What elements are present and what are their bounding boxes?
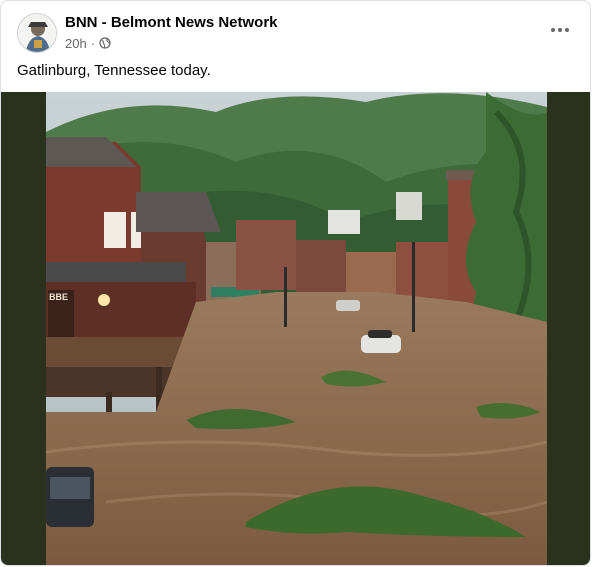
avatar[interactable]	[17, 13, 57, 53]
flood-photo: BBE	[46, 92, 547, 565]
avatar-image	[18, 14, 56, 52]
globe-icon	[99, 37, 111, 49]
shop-sign: BBE	[49, 292, 68, 302]
meta-separator: ·	[90, 35, 96, 51]
more-options-button[interactable]	[546, 19, 574, 41]
author-name[interactable]: BNN - Belmont News Network	[65, 14, 278, 31]
more-horizontal-icon	[551, 28, 569, 32]
post-caption: Gatlinburg, Tennessee today.	[17, 62, 211, 79]
post-timestamp[interactable]: 20h	[65, 36, 87, 51]
post-card: BNN - Belmont News Network 20h · Gatlinb…	[0, 0, 591, 566]
post-photo[interactable]: BBE	[1, 92, 590, 565]
post-meta: 20h ·	[65, 35, 111, 51]
